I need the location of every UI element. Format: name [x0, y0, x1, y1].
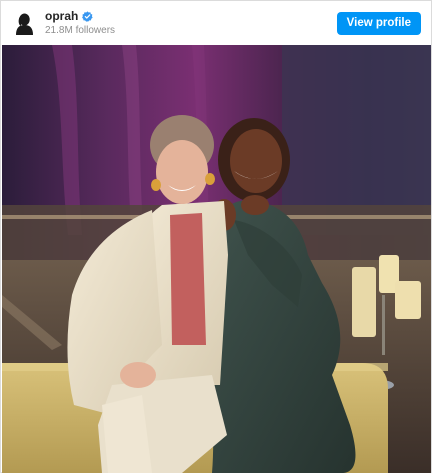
- avatar[interactable]: [12, 11, 36, 35]
- post-header: oprah 21.8M followers View profile: [1, 1, 431, 45]
- account-identity: oprah 21.8M followers: [45, 9, 115, 37]
- view-profile-button[interactable]: View profile: [336, 11, 421, 35]
- follower-count: 21.8M followers: [45, 25, 116, 36]
- username-row: oprah: [45, 9, 115, 23]
- post-photo: [2, 45, 431, 473]
- verified-badge-icon: [82, 10, 93, 22]
- username-link[interactable]: oprah: [45, 9, 78, 23]
- post-image[interactable]: [2, 45, 431, 473]
- instagram-embed-card: oprah 21.8M followers View profile: [0, 0, 432, 473]
- profile-silhouette-icon: [16, 13, 33, 35]
